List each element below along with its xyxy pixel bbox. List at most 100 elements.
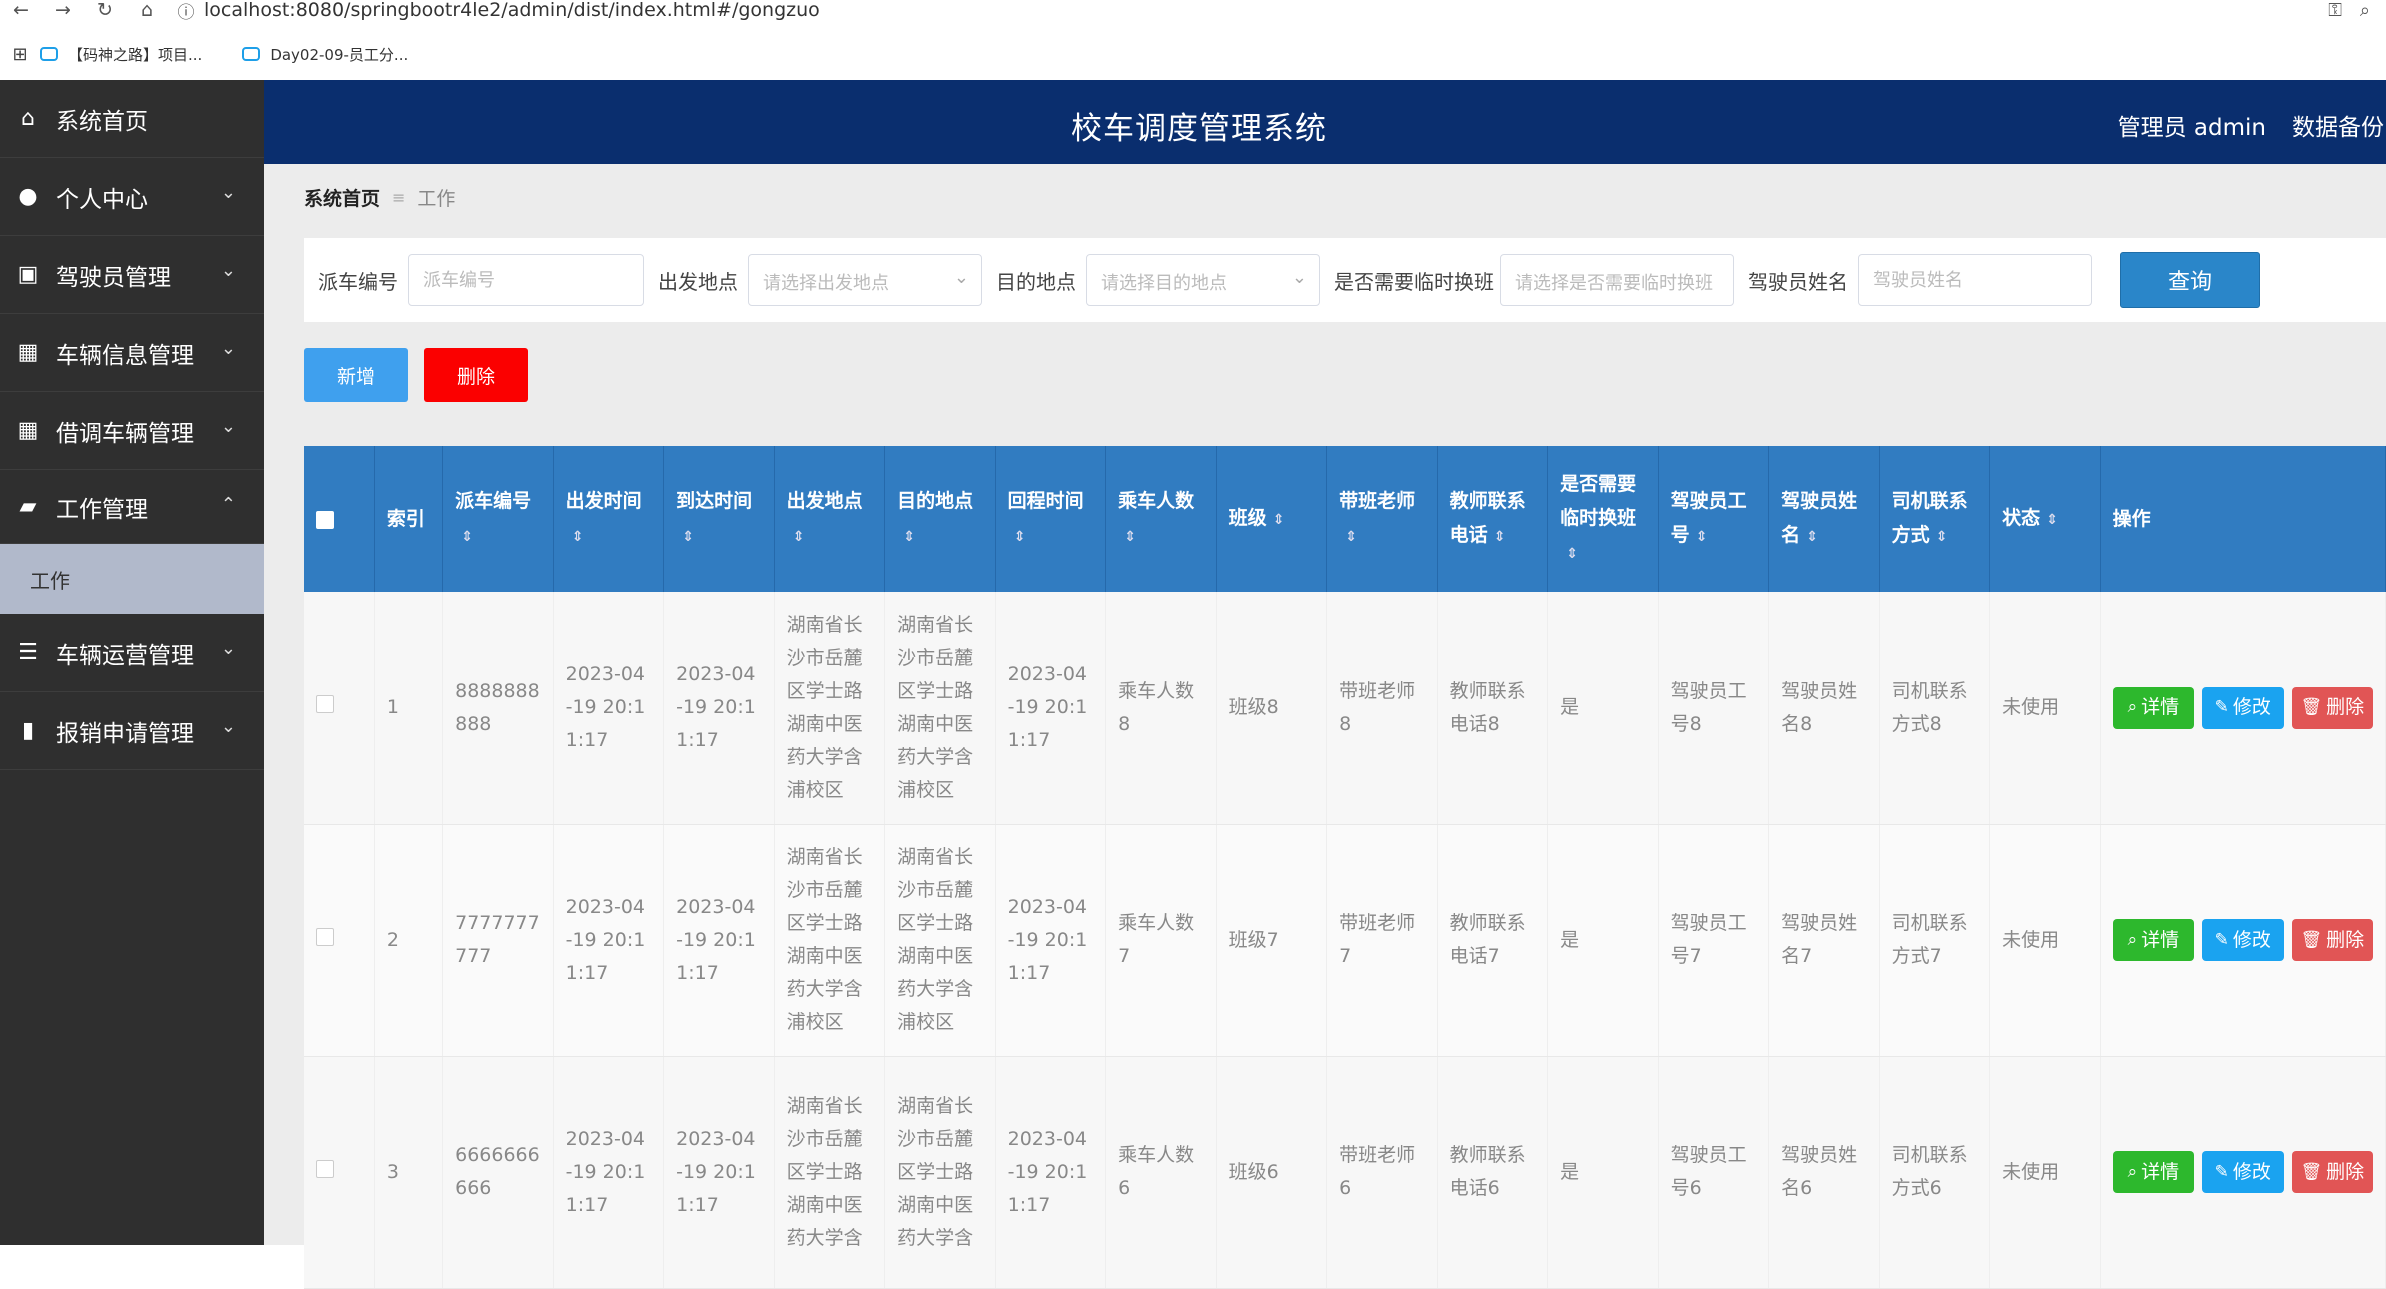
column-header[interactable]: 驾驶员工号 ⇕ (1658, 446, 1770, 592)
sort-icon[interactable]: ⇕ (572, 529, 584, 545)
sort-icon[interactable]: ⇕ (1345, 529, 1357, 545)
column-header[interactable]: 到达时间 ⇕ (663, 446, 775, 592)
sidebar-item-work[interactable]: ▰ 工作管理 ⌃ (0, 470, 264, 544)
column-header[interactable]: 出发地点 ⇕ (774, 446, 886, 592)
password-key-icon[interactable]: ⚿ (2328, 0, 2342, 21)
paiche-input[interactable] (408, 254, 644, 306)
cell-driver-phone: 司机联系方式7 (1879, 824, 1991, 1057)
sort-icon[interactable]: ⇕ (1124, 529, 1136, 545)
cell-status: 未使用 (1989, 824, 2101, 1057)
address-row: ← → ↻ ⌂ ⓘ localhost:8080/springbootr4le2… (0, 0, 2386, 23)
add-button[interactable]: 新增 (304, 348, 408, 402)
column-header[interactable]: 驾驶员姓名 ⇕ (1768, 446, 1880, 592)
cell-index: 2 (374, 824, 444, 1057)
breadcrumb-home[interactable]: 系统首页 (304, 184, 380, 211)
home-icon: ⌂ (21, 106, 35, 131)
batch-delete-button[interactable]: 删除 (424, 348, 528, 402)
from-select[interactable]: 请选择出发地点 ⌄ (748, 254, 982, 306)
home-browser-icon[interactable]: ⌂ (126, 0, 168, 21)
column-header[interactable]: 班级 ⇕ (1216, 446, 1328, 592)
detail-button[interactable]: ⌕ 详情 (2112, 919, 2195, 961)
bookmark-item[interactable]: Day02-09-员工分... (242, 44, 408, 65)
to-select[interactable]: 请选择目的地点 ⌄ (1086, 254, 1320, 306)
row-checkbox[interactable] (316, 695, 334, 714)
column-header[interactable]: 带班老师 ⇕ (1326, 446, 1438, 592)
sort-icon[interactable]: ⇕ (793, 529, 805, 545)
cell-class: 班级8 (1216, 592, 1328, 825)
search-icon: ⌕ (2127, 929, 2138, 950)
row-select-cell[interactable] (304, 824, 375, 1057)
sort-icon[interactable]: ⇕ (1014, 529, 1026, 545)
paiche-label: 派车编号 (318, 270, 398, 294)
apps-grid-icon[interactable]: ⊞ (0, 44, 40, 65)
delete-button[interactable]: 🗑 删除 (2291, 1151, 2374, 1193)
cell-paiche: 7777777777 (442, 824, 554, 1057)
sort-icon[interactable]: ⇕ (461, 529, 473, 545)
cell-depart: 2023-04-19 20:11:17 (553, 1056, 665, 1289)
column-header[interactable]: 状态 ⇕ (1989, 446, 2101, 592)
column-header[interactable]: 是否需要临时换班 ⇕ (1547, 446, 1659, 592)
search-icon: ⌕ (2127, 697, 2138, 718)
row-select-cell[interactable] (304, 1056, 375, 1289)
cell-from: 湖南省长沙市岳麓区学士路湖南中医药大学含浦校区 (774, 592, 886, 825)
trash-icon: 🗑 (2300, 1161, 2323, 1182)
cell-actions: ⌕ 详情 ✎ 修改 🗑 删除 (2100, 1056, 2386, 1289)
column-header[interactable]: 目的地点 ⇕ (884, 446, 996, 592)
reload-icon[interactable]: ↻ (84, 0, 126, 21)
edit-button[interactable]: ✎ 修改 (2202, 919, 2284, 961)
sidebar-item-profile[interactable]: ● 个人中心 ⌄ (0, 158, 264, 236)
column-header[interactable]: 乘车人数 ⇕ (1105, 446, 1217, 592)
sidebar-item-vehicles[interactable]: ▦ 车辆信息管理 ⌄ (0, 314, 264, 392)
sort-icon[interactable]: ⇕ (903, 529, 915, 545)
column-header[interactable]: 派车编号 ⇕ (442, 446, 554, 592)
bar-chart-icon: ▮ (21, 718, 35, 743)
sort-icon[interactable]: ⇕ (1806, 529, 1818, 545)
sort-icon[interactable]: ⇕ (1696, 529, 1708, 545)
zoom-icon[interactable]: ⌕ (2360, 0, 2370, 21)
query-button[interactable]: 查询 (2120, 252, 2260, 308)
back-icon[interactable]: ← (0, 0, 42, 21)
edit-button[interactable]: ✎ 修改 (2202, 686, 2284, 729)
sidebar-subitem-work[interactable]: 工作 (0, 544, 264, 614)
row-checkbox[interactable] (316, 927, 334, 946)
sort-icon[interactable]: ⇕ (1566, 546, 1578, 562)
sort-icon[interactable]: ⇕ (682, 529, 694, 545)
column-header[interactable]: 教师联系电话 ⇕ (1437, 446, 1549, 592)
sort-icon[interactable]: ⇕ (2046, 512, 2058, 528)
swap-select[interactable]: 请选择是否需要临时换班 (1500, 254, 1734, 306)
sort-icon[interactable]: ⇕ (1273, 512, 1285, 528)
select-all-checkbox[interactable] (316, 510, 334, 529)
grid-icon: ▦ (17, 340, 39, 365)
bookmark-item[interactable]: 【码神之路】项目... (40, 44, 202, 65)
driver-name-input[interactable] (1858, 254, 2092, 306)
address-url[interactable]: localhost:8080/springbootr4le2/admin/dis… (204, 0, 820, 21)
sidebar-item-home[interactable]: ⌂ 系统首页 (0, 80, 264, 158)
delete-button[interactable]: 🗑 删除 (2291, 686, 2374, 729)
site-info-icon[interactable]: ⓘ (168, 0, 204, 23)
row-select-cell[interactable] (304, 592, 375, 825)
row-checkbox[interactable] (316, 1159, 334, 1178)
swap-label: 是否需要临时换班 (1334, 270, 1494, 294)
detail-button[interactable]: ⌕ 详情 (2112, 686, 2195, 729)
sort-icon[interactable]: ⇕ (1494, 529, 1506, 545)
trash-icon: 🗑 (2300, 929, 2323, 950)
cell-index: 3 (374, 1056, 444, 1289)
sidebar-item-reimbursement[interactable]: ▮ 报销申请管理 ⌄ (0, 692, 264, 770)
sidebar-item-operations[interactable]: ☰ 车辆运营管理 ⌄ (0, 614, 264, 692)
cell-driver-name: 驾驶员姓名6 (1768, 1056, 1880, 1289)
sort-icon[interactable]: ⇕ (1936, 529, 1948, 545)
data-backup-link[interactable]: 数据备份 (2292, 108, 2384, 142)
cell-return: 2023-04-19 20:11:17 (995, 592, 1107, 825)
select-all-cell[interactable] (304, 446, 375, 592)
sidebar-item-loan-vehicles[interactable]: ▦ 借调车辆管理 ⌄ (0, 392, 264, 470)
column-header[interactable]: 司机联系方式 ⇕ (1879, 446, 1991, 592)
bilibili-icon (40, 47, 58, 61)
edit-button[interactable]: ✎ 修改 (2202, 1151, 2284, 1193)
delete-button[interactable]: 🗑 删除 (2291, 919, 2374, 961)
column-header[interactable]: 回程时间 ⇕ (995, 446, 1107, 592)
forward-icon[interactable]: → (42, 0, 84, 21)
column-header[interactable]: 出发时间 ⇕ (553, 446, 665, 592)
detail-button[interactable]: ⌕ 详情 (2112, 1151, 2195, 1193)
chevron-down-icon: ⌄ (220, 638, 236, 659)
sidebar-item-drivers[interactable]: ▣ 驾驶员管理 ⌄ (0, 236, 264, 314)
